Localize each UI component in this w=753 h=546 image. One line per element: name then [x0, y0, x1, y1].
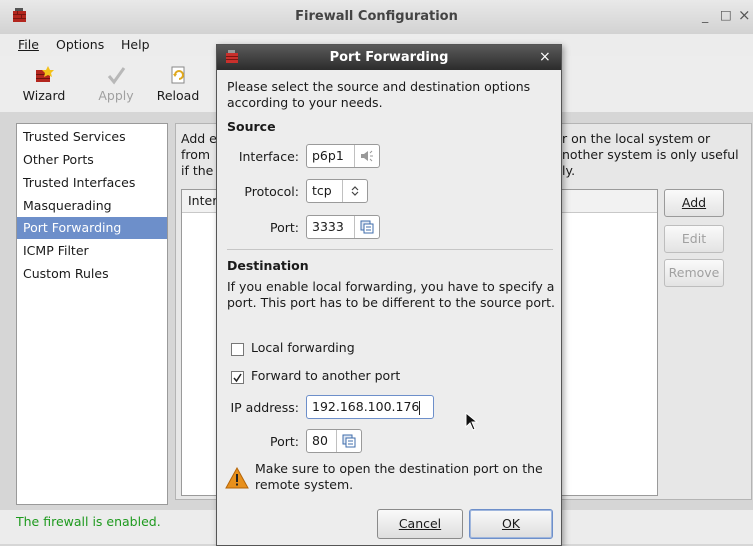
protocol-value: tcp — [312, 183, 332, 198]
status-text: The firewall is enabled. — [16, 514, 161, 529]
edit-button[interactable]: Edit — [664, 225, 724, 253]
sidebar-item-masquerading[interactable]: Masquerading — [17, 195, 167, 217]
speaker-icon — [354, 145, 379, 167]
source-heading: Source — [227, 119, 276, 134]
minimize-button[interactable]: _ — [702, 8, 708, 23]
window-title: Firewall Configuration — [295, 9, 458, 24]
protocol-combobox[interactable]: tcp — [306, 179, 368, 203]
sidebar: Trusted Services Other Ports Trusted Int… — [16, 123, 168, 505]
reload-label: Reload — [156, 88, 200, 103]
reload-icon — [167, 64, 189, 86]
remove-button[interactable]: Remove — [664, 259, 724, 287]
dest-port-label: Port: — [270, 434, 299, 449]
local-forwarding-checkbox[interactable] — [231, 343, 244, 356]
sidebar-item-icmp-filter[interactable]: ICMP Filter — [17, 240, 167, 262]
port-chooser-icon[interactable] — [336, 430, 361, 452]
ip-address-value: 192.168.100.176 — [312, 399, 420, 414]
sidebar-item-custom-rules[interactable]: Custom Rules — [17, 263, 167, 285]
dialog-intro: Please select the source and destination… — [227, 79, 531, 110]
apply-button[interactable]: Apply — [90, 56, 142, 112]
edit-label: Edit — [681, 231, 707, 246]
sidebar-item-trusted-services[interactable]: Trusted Services — [17, 126, 167, 148]
dialog-title: Port Forwarding — [329, 50, 449, 65]
source-port-field[interactable]: 3333 — [306, 215, 380, 239]
dialog-titlebar[interactable]: Port Forwarding × — [217, 45, 561, 70]
warning-text: Make sure to open the destination port o… — [255, 461, 543, 492]
section-divider — [227, 249, 553, 250]
mouse-pointer-icon — [465, 411, 479, 435]
remove-label: Remove — [668, 265, 720, 280]
port-forwarding-dialog: Port Forwarding × Please select the sour… — [216, 44, 562, 546]
interface-combobox[interactable]: p6p1 — [306, 144, 380, 168]
sidebar-item-other-ports[interactable]: Other Ports — [17, 149, 167, 171]
cancel-label: Cancel — [398, 516, 442, 531]
forward-to-port-checkbox[interactable] — [231, 371, 244, 384]
dest-port-value: 80 — [312, 433, 328, 448]
cancel-button[interactable]: Cancel — [377, 509, 463, 539]
source-port-label: Port: — [270, 220, 299, 235]
dialog-close-button[interactable]: × — [539, 49, 551, 65]
forward-to-port-label[interactable]: Forward to another port — [251, 368, 400, 383]
sidebar-item-trusted-interfaces[interactable]: Trusted Interfaces — [17, 172, 167, 194]
maximize-button[interactable]: □ — [720, 7, 732, 22]
reload-button[interactable]: Reload — [150, 56, 206, 112]
destination-text: If you enable local forwarding, you have… — [227, 279, 556, 310]
text-cursor — [419, 400, 421, 415]
interface-label: Interface: — [238, 149, 299, 164]
add-label: Add — [681, 195, 707, 210]
checkmark-icon — [233, 373, 242, 383]
source-port-value: 3333 — [312, 219, 344, 234]
wizard-button[interactable]: Wizard — [16, 56, 72, 112]
ip-address-label: IP address: — [230, 400, 299, 415]
list-header-interface[interactable]: Inter — [188, 193, 217, 208]
apply-label: Apply — [98, 88, 134, 103]
sidebar-item-port-forwarding[interactable]: Port Forwarding — [17, 217, 167, 239]
close-button[interactable]: × — [738, 6, 751, 24]
interface-value: p6p1 — [312, 148, 344, 163]
wizard-icon — [33, 64, 55, 86]
ip-address-input[interactable]: 192.168.100.176 — [306, 395, 434, 419]
main-titlebar[interactable]: Firewall Configuration _ □ × — [0, 0, 753, 34]
add-button[interactable]: Add — [664, 189, 724, 217]
checkmark-icon — [105, 64, 127, 86]
updown-chevron-icon — [342, 180, 367, 202]
menu-file[interactable]: File — [18, 37, 39, 52]
description-text-right: r on the local system or nother system i… — [562, 131, 739, 178]
menu-help[interactable]: Help — [121, 37, 150, 52]
warning-icon — [225, 466, 249, 492]
port-chooser-icon[interactable] — [354, 216, 379, 238]
menu-options[interactable]: Options — [56, 37, 104, 52]
destination-heading: Destination — [227, 258, 309, 273]
local-forwarding-label[interactable]: Local forwarding — [251, 340, 355, 355]
ok-label: OK — [501, 516, 521, 531]
wizard-label: Wizard — [22, 88, 66, 103]
protocol-label: Protocol: — [244, 184, 299, 199]
dest-port-field[interactable]: 80 — [306, 429, 362, 453]
ok-button[interactable]: OK — [469, 509, 553, 539]
